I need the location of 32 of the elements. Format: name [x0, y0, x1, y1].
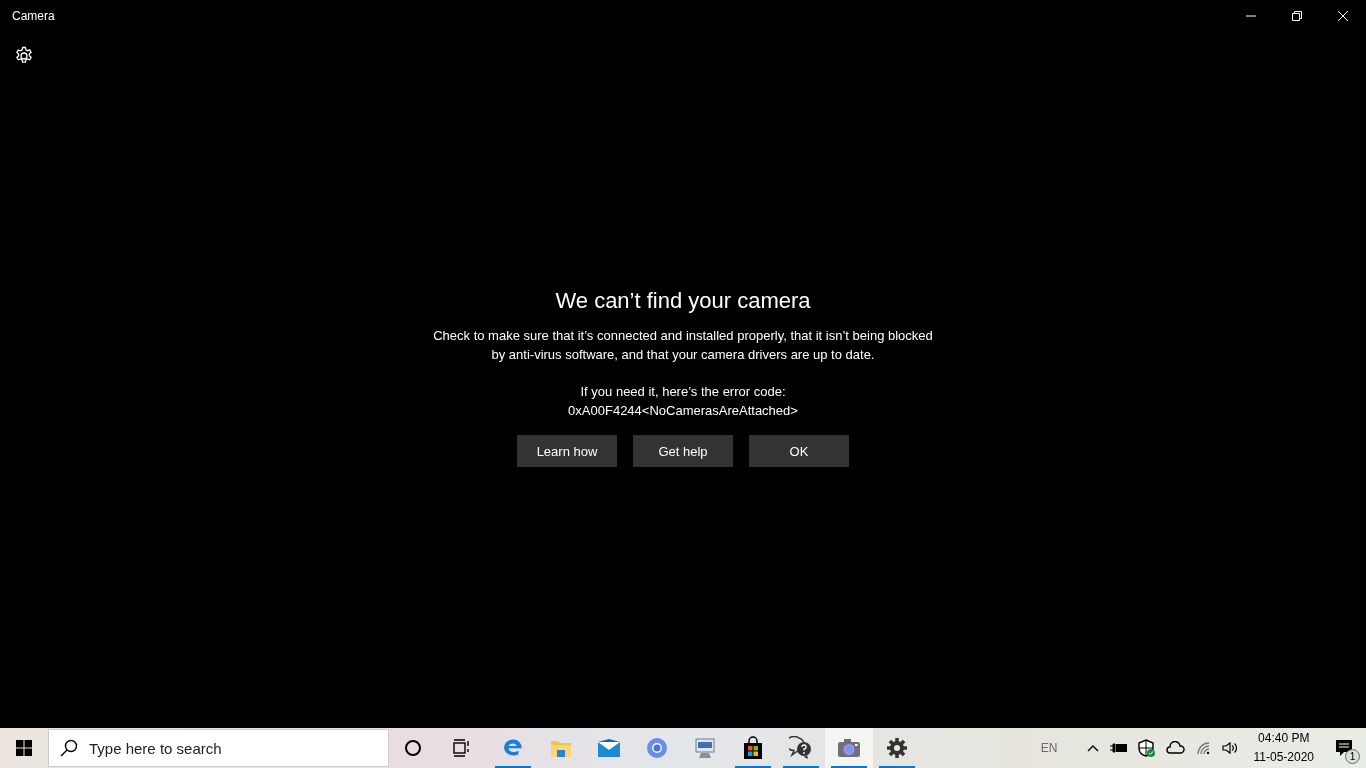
wifi-icon[interactable] — [1195, 741, 1212, 755]
notification-count: 1 — [1345, 749, 1360, 764]
circle-icon — [404, 739, 422, 757]
error-heading: We can’t find your camera — [555, 288, 811, 314]
search-field[interactable]: Type here to search — [48, 729, 389, 767]
close-icon — [1338, 11, 1348, 21]
gear-icon — [885, 736, 909, 760]
windows-logo-icon — [16, 740, 32, 756]
error-code-intro: If you need it, here’s the error code: — [579, 383, 787, 401]
language-indicator[interactable]: EN — [1040, 741, 1058, 755]
notifications-button[interactable]: 1 — [1328, 732, 1360, 764]
speaker-icon[interactable] — [1221, 741, 1240, 755]
restore-icon — [1292, 11, 1302, 21]
chat-bubbles-icon — [789, 736, 813, 760]
task-view-icon — [452, 739, 470, 757]
monitor-icon — [693, 736, 717, 760]
globe-icon — [645, 736, 669, 760]
error-message: Check to make sure that it’s connected and installed properly, that it isn’t being blocked by anti-virus software, and that your camera drivers are up to date. — [432, 327, 934, 364]
battery-plug-icon[interactable] — [1109, 741, 1128, 755]
window-title: Camera — [11, 9, 56, 23]
cloud-icon[interactable] — [1165, 741, 1186, 755]
ok-button[interactable]: OK — [749, 435, 849, 467]
shopping-bag-icon — [741, 736, 765, 760]
error-code: 0xA00F4244<NoCamerasAreAttached> — [567, 402, 799, 420]
mail-icon — [597, 736, 621, 760]
search-icon — [60, 739, 78, 757]
shield-icon[interactable] — [1137, 739, 1156, 757]
learn-how-button[interactable]: Learn how — [517, 435, 617, 467]
camera-icon — [837, 736, 861, 760]
settings-button[interactable] — [14, 46, 34, 66]
get-help-button[interactable]: Get help — [633, 435, 733, 467]
clock[interactable]: 04:40 PM 11-05-2020 — [1249, 729, 1318, 767]
